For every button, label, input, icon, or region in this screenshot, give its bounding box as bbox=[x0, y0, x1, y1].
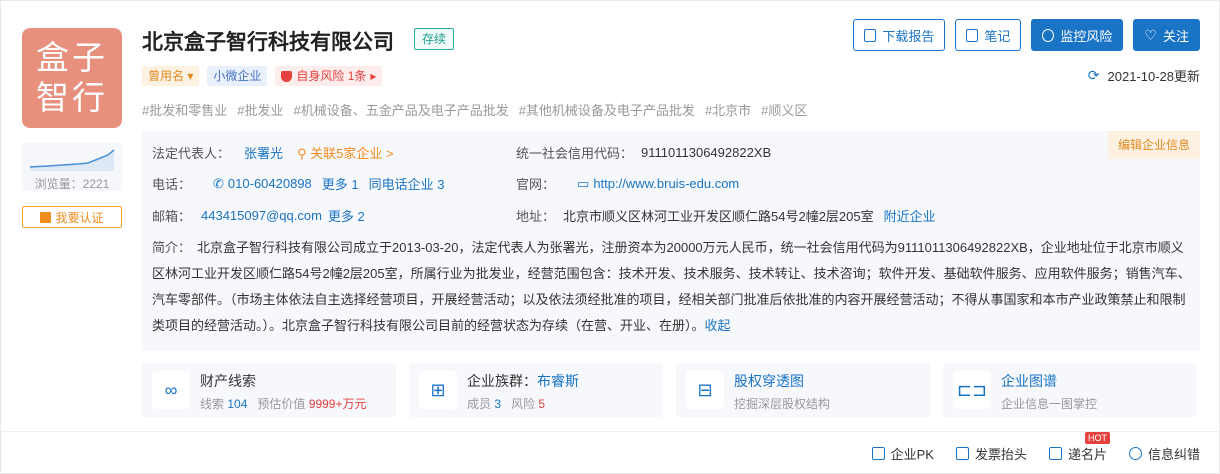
card-title: 财产线索 bbox=[200, 373, 256, 389]
related-companies-link[interactable]: ⚲ 关联5家企业 > bbox=[297, 143, 394, 162]
pdf-icon bbox=[864, 28, 877, 42]
action-buttons: 下载报告 笔记 监控风险 ♡ 关注 bbox=[853, 19, 1200, 51]
monitor-icon bbox=[1042, 28, 1055, 42]
website-link[interactable]: http://www.bruis-edu.com bbox=[593, 176, 739, 191]
risk-tag[interactable]: 自身风险 1条 ▸ bbox=[275, 66, 383, 86]
company-graph-card[interactable]: ⊏⊐ 企业图谱 企业信息一图掌控 bbox=[943, 363, 1197, 417]
follow-button[interactable]: ♡ 关注 bbox=[1133, 19, 1200, 51]
invoice-icon bbox=[955, 447, 969, 460]
address-row: 地址： 北京市顺义区林河工业开发区顺仁路54号2幢2层205室 附近企业 bbox=[516, 206, 936, 225]
phone-icon: ✆ bbox=[213, 175, 224, 191]
views-count: 浏览量：2221 bbox=[34, 177, 110, 191]
edit-company-info-button[interactable]: 编辑企业信息 bbox=[1107, 131, 1200, 159]
download-report-button[interactable]: 下载报告 bbox=[853, 19, 946, 51]
email-link[interactable]: 443415097@qq.com bbox=[201, 208, 322, 223]
same-phone-link[interactable]: 同电话企业 3 bbox=[369, 174, 445, 193]
company-group-card[interactable]: ⊞ 企业族群：布睿斯 成员 3 风险 5 bbox=[409, 363, 663, 417]
credit-code: 9111011306492822XB bbox=[641, 145, 772, 160]
shield-icon bbox=[281, 70, 293, 82]
graph-icon: ⊏⊐ bbox=[953, 371, 991, 409]
company-info-box: 编辑企业信息 法定代表人： 张署光 ⚲ 关联5家企业 > 统一社会信用代码： 9… bbox=[142, 131, 1200, 351]
bottom-actions: 企业PK 发票抬头 递名片 HOT 信息纠错 bbox=[871, 432, 1200, 474]
feature-cards: ∞ 财产线索 线索 104 预估价值 9999+万元 ⊞ 企业族群：布睿斯 成员… bbox=[142, 363, 1200, 417]
former-name-dropdown[interactable]: 曾用名 ▾ bbox=[142, 66, 200, 86]
hot-badge: HOT bbox=[1084, 432, 1110, 444]
logo-text-line1: 盒子 bbox=[36, 38, 108, 77]
card-icon bbox=[1048, 447, 1062, 460]
refresh-icon[interactable]: ⟳ bbox=[1088, 67, 1100, 84]
notes-button[interactable]: 笔记 bbox=[955, 19, 1022, 51]
industry-tag[interactable]: #批发业 bbox=[237, 100, 283, 119]
company-logo: 盒子 智行 bbox=[22, 28, 122, 128]
card-subtitle: 挖掘深层股权结构 bbox=[734, 397, 831, 411]
phone-number[interactable]: 010-60420898 bbox=[228, 176, 312, 191]
legal-rep-link[interactable]: 张署光 bbox=[244, 143, 283, 162]
equity-chart-card[interactable]: ⊟ 股权穿透图 挖掘深层股权结构 bbox=[676, 363, 930, 417]
credit-code-row: 统一社会信用代码： 9111011306492822XB bbox=[516, 145, 772, 161]
update-time: ⟳ 2021-10-28更新 bbox=[1087, 67, 1200, 84]
asset-clues-card[interactable]: ∞ 财产线索 线索 104 预估价值 9999+万元 bbox=[142, 363, 396, 417]
email-more-link[interactable]: 更多 2 bbox=[328, 206, 365, 225]
edit-icon bbox=[966, 28, 979, 42]
card-stats: 成员 3 风险 5 bbox=[467, 397, 546, 411]
company-pk-button[interactable]: 企业PK bbox=[871, 444, 934, 463]
address-text: 北京市顺义区林河工业开发区顺仁路54号2幢2层205室 bbox=[563, 209, 874, 224]
industry-tag[interactable]: #顺义区 bbox=[761, 100, 807, 119]
summary-text: 北京盒子智行科技有限公司成立于2013-03-20，法定代表人为张署光，注册资本… bbox=[152, 240, 1191, 333]
industry-tag[interactable]: #机械设备、五金产品及电子产品批发 bbox=[293, 100, 508, 119]
card-title: 企业族群：布睿斯 bbox=[467, 373, 579, 389]
legal-rep-row: 法定代表人： 张署光 ⚲ 关联5家企业 > bbox=[152, 143, 394, 162]
collapse-link[interactable]: 收起 bbox=[705, 318, 731, 333]
report-error-button[interactable]: 信息纠错 bbox=[1128, 444, 1200, 463]
verify-button[interactable]: 我要认证 bbox=[22, 206, 122, 228]
industry-tag[interactable]: #其他机械设备及电子产品批发 bbox=[519, 100, 695, 119]
phone-more-link[interactable]: 更多 1 bbox=[322, 174, 359, 193]
website-row: 官网： ▭ http://www.bruis-edu.com bbox=[516, 175, 740, 193]
caret-right-icon: ▸ bbox=[370, 69, 377, 83]
card-stats: 线索 104 预估价值 9999+万元 bbox=[200, 397, 367, 411]
bottom-action-bar: 企业PK 发票抬头 递名片 HOT 信息纠错 bbox=[0, 431, 1220, 474]
company-tags: 曾用名 ▾ 小微企业 自身风险 1条 ▸ bbox=[142, 66, 383, 86]
heart-icon: ♡ bbox=[1144, 27, 1157, 43]
nearby-companies-link[interactable]: 附近企业 bbox=[884, 206, 936, 225]
org-chart-icon: ⊟ bbox=[686, 371, 724, 409]
info-icon bbox=[1128, 447, 1142, 460]
industry-tags: #批发和零售业 #批发业 #机械设备、五金产品及电子产品批发 #其他机械设备及电子产品… bbox=[142, 100, 807, 119]
compare-icon bbox=[871, 447, 885, 460]
relation-icon: ⚲ bbox=[297, 146, 311, 161]
verify-label: 我要认证 bbox=[55, 210, 104, 225]
certificate-icon bbox=[40, 211, 52, 223]
monitor-risk-button[interactable]: 监控风险 bbox=[1031, 19, 1124, 51]
views-sparkline: 浏览量：2221 bbox=[22, 143, 122, 191]
status-badge: 存续 bbox=[414, 28, 455, 50]
network-icon: ⊞ bbox=[419, 371, 457, 409]
card-title: 企业图谱 bbox=[1001, 373, 1057, 389]
logo-text-line2: 智行 bbox=[36, 78, 108, 117]
card-title: 股权穿透图 bbox=[734, 373, 804, 389]
link-icon: ∞ bbox=[152, 371, 190, 409]
phone-row: 电话： ✆ 010-60420898 更多 1 同电话企业 3 bbox=[152, 174, 445, 193]
email-row: 邮箱： 443415097@qq.com 更多 2 bbox=[152, 206, 365, 225]
monitor-small-icon: ▭ bbox=[577, 175, 590, 191]
industry-tag[interactable]: #批发和零售业 bbox=[142, 100, 227, 119]
group-name-link[interactable]: 布睿斯 bbox=[537, 373, 579, 389]
size-tag: 小微企业 bbox=[207, 66, 268, 86]
industry-tag[interactable]: #北京市 bbox=[705, 100, 751, 119]
company-name: 北京盒子智行科技有限公司 bbox=[142, 31, 394, 54]
sparkline-chart-icon bbox=[29, 149, 115, 171]
invoice-title-button[interactable]: 发票抬头 bbox=[955, 444, 1027, 463]
card-subtitle: 企业信息一图掌控 bbox=[1001, 397, 1098, 411]
company-summary: 简介： 北京盒子智行科技有限公司成立于2013-03-20，法定代表人为张署光，注… bbox=[152, 240, 1191, 333]
send-card-button[interactable]: 递名片 HOT bbox=[1048, 432, 1110, 463]
